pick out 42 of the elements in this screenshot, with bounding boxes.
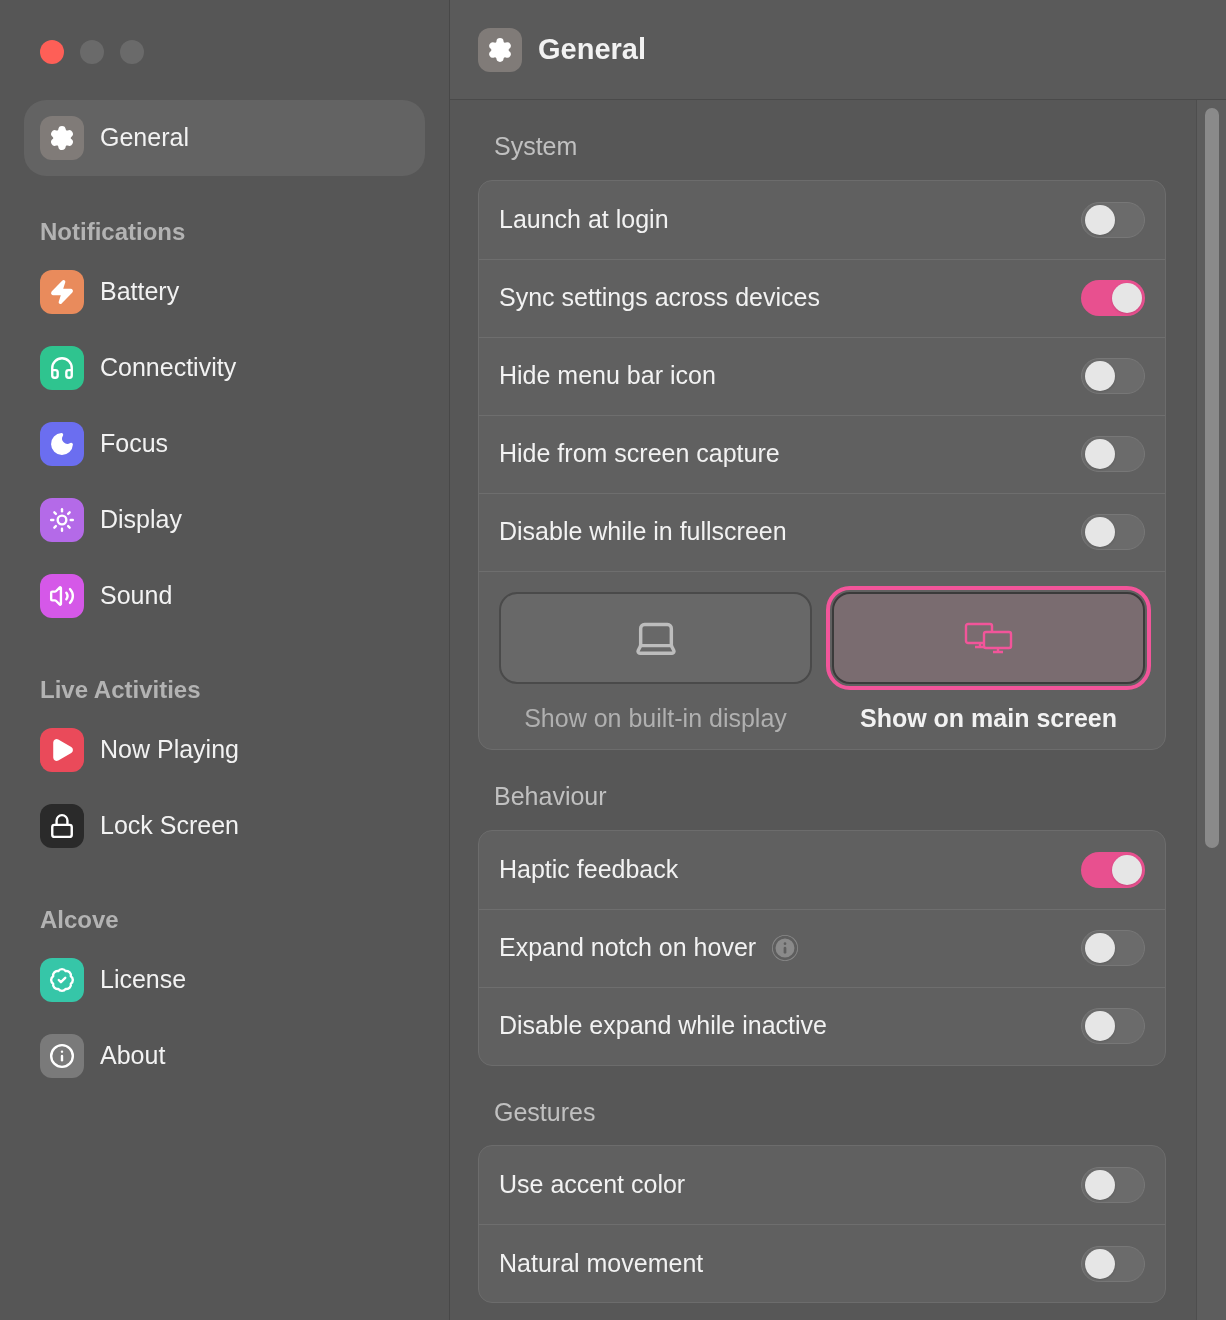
toggle-switch[interactable] <box>1081 1008 1145 1044</box>
toggle-switch[interactable] <box>1081 514 1145 550</box>
toggle-switch[interactable] <box>1081 436 1145 472</box>
sidebar-item[interactable]: About <box>24 1018 425 1094</box>
display-option-label: Show on main screen <box>860 702 1117 734</box>
sidebar-item[interactable]: License <box>24 942 425 1018</box>
setting-label: Hide from screen capture <box>499 438 780 470</box>
sidebar-section-heading: Notifications <box>39 217 187 247</box>
gear-icon <box>478 27 522 72</box>
section-heading: Gestures <box>493 1096 597 1128</box>
setting-label: Natural movement <box>499 1247 704 1279</box>
setting-label: Hide menu bar icon <box>499 360 716 392</box>
display-option-label: Show on built-in display <box>524 702 787 734</box>
sidebar-item[interactable]: Now Playing <box>24 712 425 788</box>
setting-label: Use accent color <box>499 1169 686 1201</box>
sidebar-item[interactable]: Sound <box>24 558 425 634</box>
setting-label: Sync settings across devices <box>499 282 820 314</box>
toggle-switch[interactable] <box>1081 1245 1145 1282</box>
setting-label: Haptic feedback <box>499 853 679 885</box>
sidebar-item[interactable]: Connectivity <box>24 330 425 406</box>
section-heading: Behaviour <box>493 781 608 812</box>
section-heading: System <box>493 131 579 162</box>
sidebar-item[interactable]: General <box>24 100 425 176</box>
sidebar-section-heading: Alcove <box>39 905 120 935</box>
sidebar-item[interactable]: Battery <box>24 254 425 330</box>
toggle-switch[interactable] <box>1081 358 1145 394</box>
sidebar-item[interactable]: Display <box>24 482 425 558</box>
setting-label: Disable expand while inactive <box>499 1010 827 1042</box>
toggle-switch[interactable] <box>1081 280 1145 316</box>
setting-label: Disable while in fullscreen <box>499 516 787 548</box>
toggle-switch[interactable] <box>1081 1167 1145 1203</box>
toggle-switch[interactable] <box>1081 201 1145 238</box>
toggle-switch[interactable] <box>1081 851 1145 888</box>
setting-label: Expand notch on hover <box>499 932 757 964</box>
sidebar-item[interactable]: Lock Screen <box>24 788 425 864</box>
sidebar-item[interactable]: Focus <box>24 406 425 482</box>
scrollbar[interactable] <box>1196 100 1226 1320</box>
window-title: General <box>538 31 646 67</box>
setting-label: Launch at login <box>499 203 669 235</box>
toggle-switch[interactable] <box>1081 930 1145 966</box>
sidebar-section-heading: Live Activities <box>39 675 202 705</box>
monitors-icon <box>963 621 1014 654</box>
